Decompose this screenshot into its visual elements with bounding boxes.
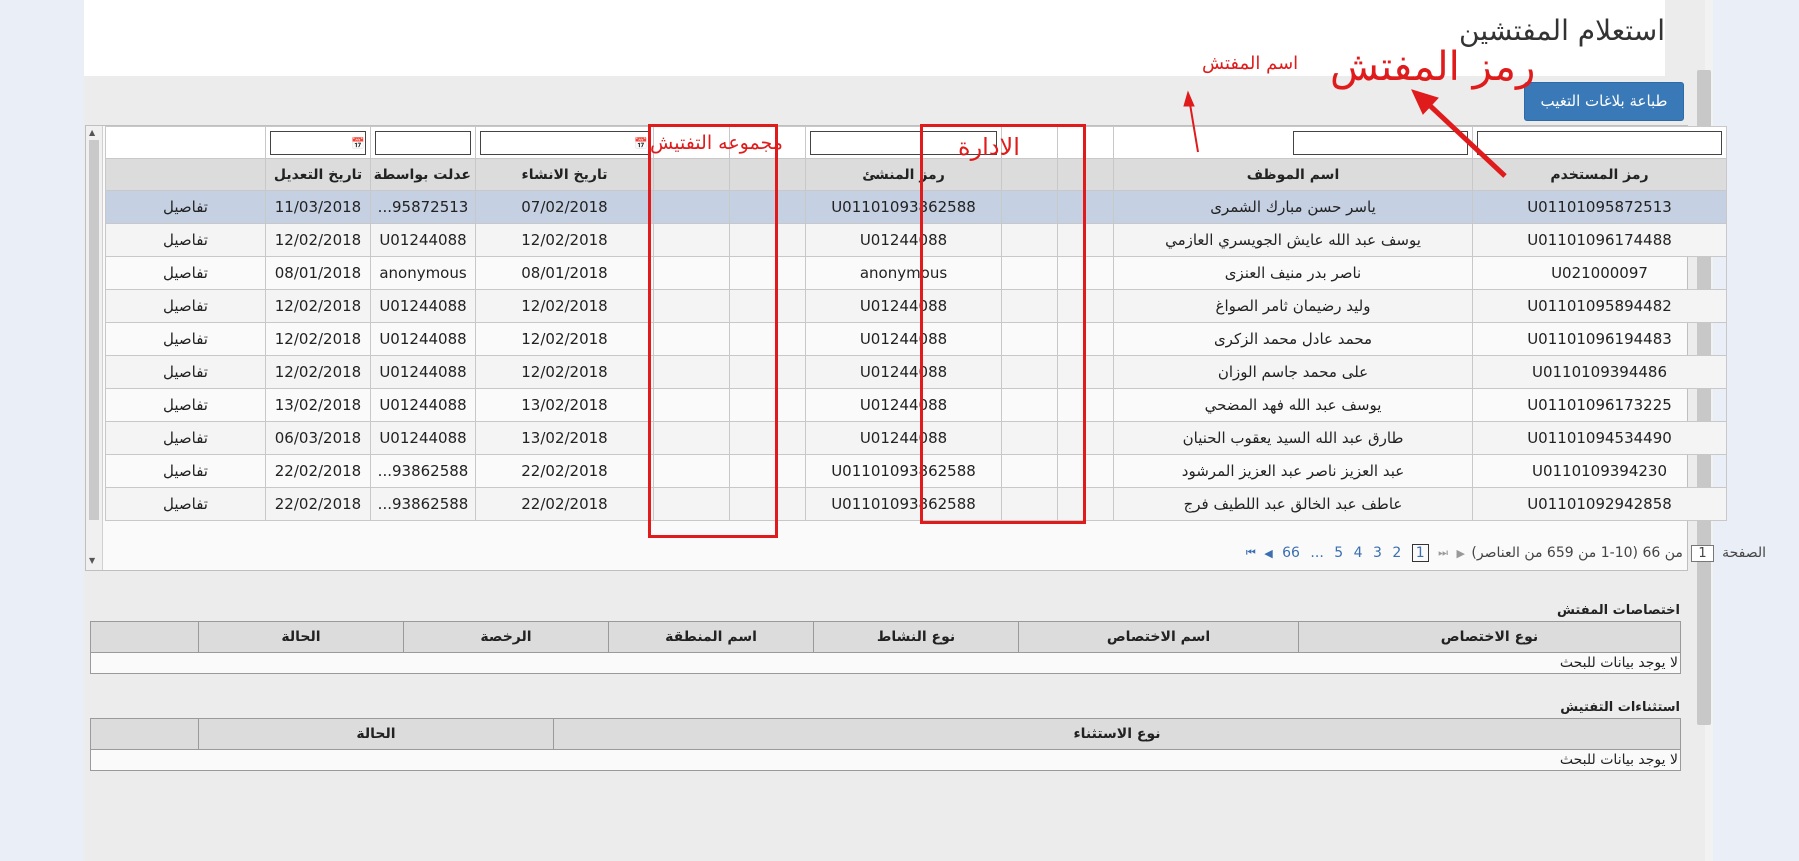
annotation-arrows [1183, 89, 1507, 178]
arrow-to-user-code-shaft [1423, 99, 1507, 178]
arrow-to-name-shaft [1189, 103, 1199, 153]
arrow-to-name-head [1183, 90, 1195, 107]
